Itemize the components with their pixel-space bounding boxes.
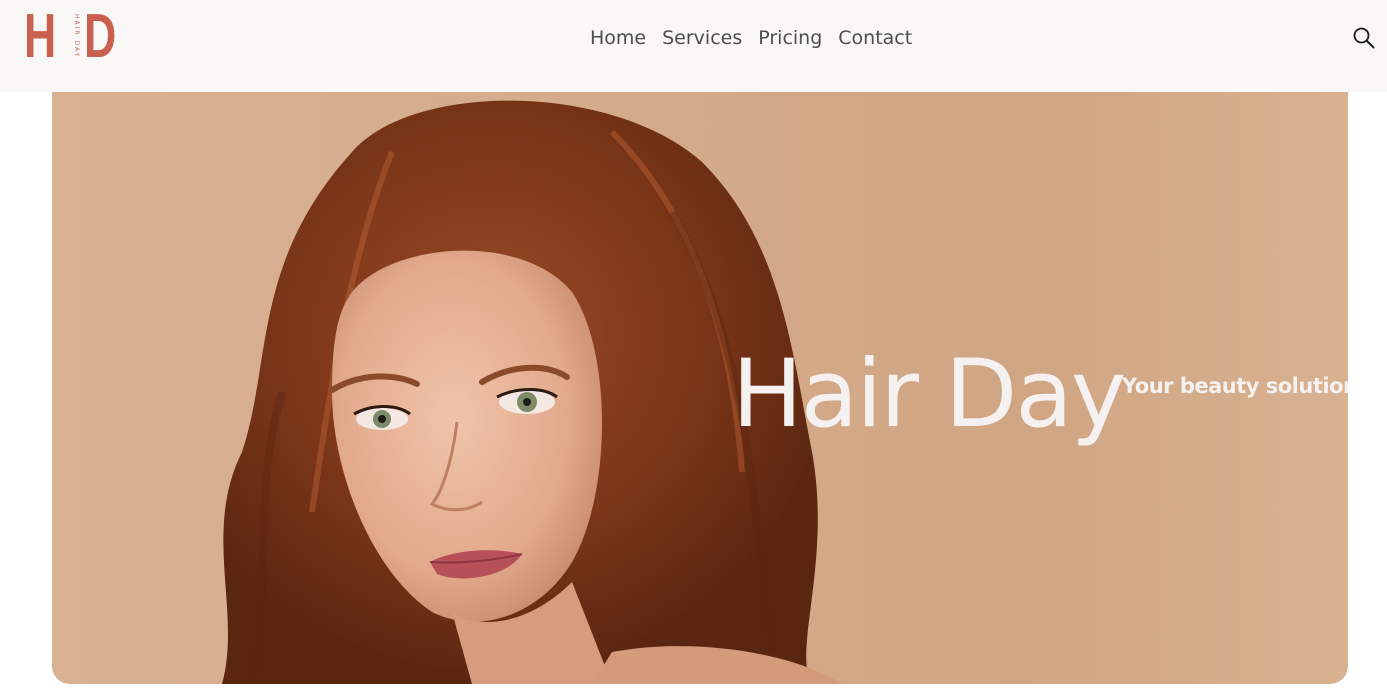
hero-banner: Hair Day Your beauty solution	[52, 92, 1348, 684]
nav-link-home[interactable]: Home	[590, 24, 646, 52]
search-button[interactable]	[1352, 26, 1376, 50]
logo-subtext: HAIR DAY	[73, 14, 80, 59]
nav-link-contact[interactable]: Contact	[838, 24, 912, 52]
search-icon	[1353, 27, 1375, 49]
site-header: H HAIR DAY D Home Services Pricing Conta…	[0, 0, 1387, 92]
logo-letter-h: H	[24, 2, 57, 71]
logo-letter-d: D	[84, 2, 117, 71]
main-nav: Home Services Pricing Contact	[590, 24, 912, 52]
hero-title: Hair Day	[732, 340, 1127, 449]
hero-subtitle: Your beauty solution	[1122, 374, 1348, 398]
nav-link-services[interactable]: Services	[662, 24, 742, 52]
logo[interactable]: H HAIR DAY D	[24, 2, 124, 71]
nav-link-pricing[interactable]: Pricing	[758, 24, 822, 52]
